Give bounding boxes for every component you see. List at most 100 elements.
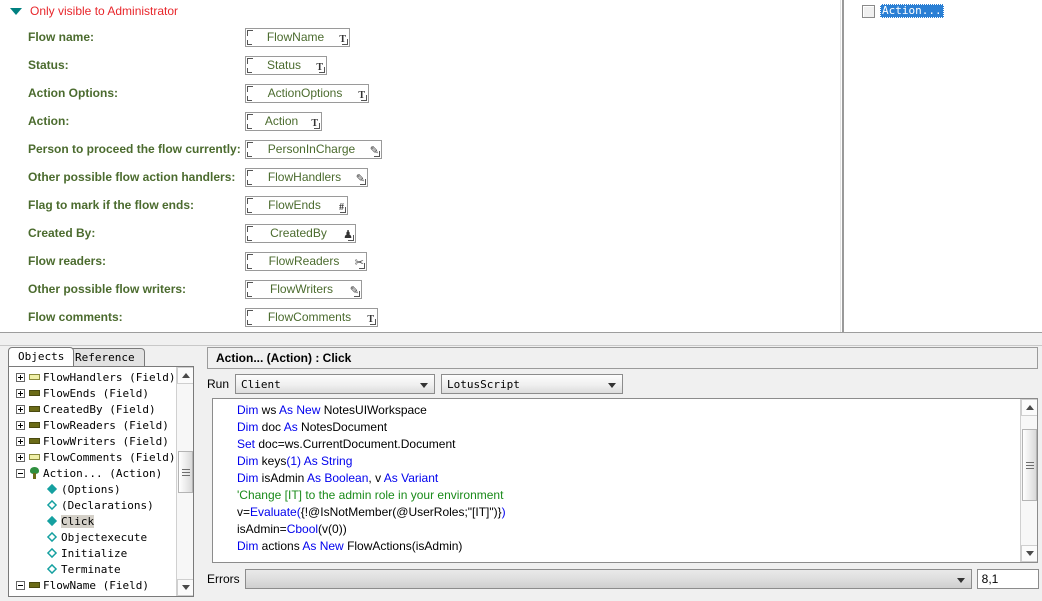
code-editor[interactable]: Dim ws As New NotesUIWorkspace Dim doc As… <box>212 398 1038 563</box>
code-token: As Variant <box>383 471 439 485</box>
tree-item[interactable]: FlowName (Field) <box>9 577 177 593</box>
form-field-action[interactable]: Action T <box>245 111 322 131</box>
run-context-dropdown[interactable]: Client <box>235 374 436 394</box>
run-context-value: Client <box>241 377 281 391</box>
names-field-icon: ♟ <box>343 227 353 241</box>
form-field-flowwriters[interactable]: FlowWriters ✎ <box>245 279 362 299</box>
field-corner-marker <box>247 123 252 129</box>
tree-item[interactable]: FlowHandlers (Field) <box>9 369 177 385</box>
tree-item-label: CreatedBy (Field) <box>43 402 156 416</box>
tree-item[interactable]: (Declarations) <box>9 497 177 513</box>
tree-scroll-up-button[interactable] <box>177 367 193 384</box>
outline-item-action[interactable]: Action... <box>844 0 1042 18</box>
code-line[interactable]: Dim isAdmin As Boolean, v As Variant <box>237 470 1003 487</box>
code-token: keys <box>261 454 287 468</box>
editor-scrollbar-thumb[interactable] <box>1022 429 1037 501</box>
tree-item[interactable]: FlowReaders (Field) <box>9 417 177 433</box>
chevron-down-icon[interactable] <box>420 383 429 388</box>
tree-item[interactable]: Terminate <box>9 561 177 577</box>
field-corner-marker <box>247 151 252 157</box>
form-field-flowhandlers[interactable]: FlowHandlers ✎ <box>245 167 368 187</box>
expand-icon[interactable] <box>16 452 25 462</box>
form-design-pane[interactable]: Only visible to Administrator Flow name:… <box>0 0 841 332</box>
form-field-status[interactable]: Status T <box>245 55 327 75</box>
form-field-createdby[interactable]: CreatedBy ♟ <box>245 223 356 243</box>
code-line[interactable]: Dim actions As New FlowActions(isAdmin) <box>237 538 1003 555</box>
objects-pane: Objects Reference FlowHandlers (Field) Fl… <box>2 346 200 601</box>
chevron-down-icon[interactable] <box>608 383 617 388</box>
tree-item[interactable]: CreatedBy (Field) <box>9 401 177 417</box>
editor-scroll-up-button[interactable] <box>1021 399 1037 416</box>
language-dropdown[interactable]: LotusScript <box>441 374 624 394</box>
chevron-down-icon[interactable] <box>956 578 965 583</box>
pane-separator[interactable] <box>0 332 1042 346</box>
tab-reference[interactable]: Reference <box>65 348 145 366</box>
tree-item-label: Click <box>61 514 95 528</box>
expand-icon[interactable] <box>16 372 25 382</box>
objects-tabstrip: Objects Reference <box>2 346 200 366</box>
tree-scroll-down-button[interactable] <box>177 579 193 596</box>
form-designer-area: Only visible to Administrator Flow name:… <box>0 0 1042 332</box>
errors-dropdown[interactable] <box>244 569 972 589</box>
tree-item[interactable]: Initialize <box>9 545 177 561</box>
field-row: Other possible flow writers: FlowWriters ✎ <box>0 275 840 303</box>
code-line[interactable]: isAdmin=Cbool(v(0)) <box>237 521 1003 538</box>
tree-scrollbar-thumb[interactable] <box>178 451 193 493</box>
checkbox-icon[interactable] <box>862 4 875 18</box>
expand-icon[interactable] <box>16 404 25 414</box>
tree-item-label: Objectexecute <box>61 530 148 544</box>
tree-item-label: FlowComments (Field) <box>43 450 176 464</box>
code-line[interactable]: Dim doc As NotesDocument <box>237 419 1003 436</box>
form-field-flowname[interactable]: FlowName T <box>245 27 350 47</box>
field-row: Person to proceed the flow currently: Per… <box>0 135 840 163</box>
editor-scroll-down-button[interactable] <box>1021 545 1037 562</box>
script-editor-pane: Action... (Action) : Click Run Client Lo… <box>207 346 1040 601</box>
collapse-icon[interactable] <box>16 468 25 478</box>
tree-item[interactable]: Click <box>9 513 177 529</box>
tab-objects[interactable]: Objects <box>8 347 75 366</box>
section-header[interactable]: Only visible to Administrator <box>0 0 840 20</box>
code-lines[interactable]: Dim ws As New NotesUIWorkspace Dim doc As… <box>213 402 1003 555</box>
diamond-filled-icon <box>46 483 58 495</box>
collapse-icon[interactable] <box>16 580 25 590</box>
code-line[interactable]: v=Evaluate({!@IsNotMember(@UserRoles;"[I… <box>237 504 1003 521</box>
code-token: doc=ws.CurrentDocument.Document <box>258 437 456 451</box>
expand-icon[interactable] <box>16 388 25 398</box>
form-field-flowreaders[interactable]: FlowReaders ✂ <box>245 251 367 271</box>
editor-vertical-scrollbar[interactable] <box>1020 399 1037 562</box>
tree-item[interactable]: (Options) <box>9 481 177 497</box>
tree-vertical-scrollbar[interactable] <box>176 367 193 596</box>
code-line[interactable]: Dim keys(1) As String <box>237 453 1003 470</box>
tree-item[interactable]: Objectexecute <box>9 529 177 545</box>
code-line[interactable]: Set doc=ws.CurrentDocument.Document <box>237 436 1003 453</box>
form-field-personincharge[interactable]: PersonInCharge ✎ <box>245 139 382 159</box>
programmers-pane: Objects Reference FlowHandlers (Field) Fl… <box>0 346 1042 601</box>
tree-item-label: Action... (Action) <box>43 466 163 480</box>
tree-item[interactable]: FlowWriters (Field) <box>9 433 177 449</box>
code-token: isAdmin= <box>237 522 287 536</box>
code-line[interactable]: 'Change [IT] to the admin role in your e… <box>237 487 1003 504</box>
objects-tree[interactable]: FlowHandlers (Field) FlowEnds (Field) Crea… <box>8 366 194 597</box>
field-corner-marker <box>247 179 252 185</box>
dialog-field-icon: ✎ <box>355 171 365 185</box>
field-corner-marker <box>247 95 252 101</box>
outline-pane[interactable]: Action... <box>842 0 1042 332</box>
chevron-down-icon <box>1025 551 1034 556</box>
form-field-actionoptions[interactable]: ActionOptions T <box>245 83 369 103</box>
code-line[interactable]: Dim ws As New NotesUIWorkspace <box>237 402 1003 419</box>
designer-window: Only visible to Administrator Flow name:… <box>0 0 1042 601</box>
chevron-up-icon <box>1025 405 1034 410</box>
form-field-flowends[interactable]: FlowEnds # <box>245 195 348 215</box>
outline-selected-label[interactable]: Action... <box>880 4 944 18</box>
triangle-down-icon[interactable] <box>10 7 22 15</box>
tree-item[interactable]: Action... (Action) <box>9 465 177 481</box>
field-row: Other possible flow action handlers: Flow… <box>0 163 840 191</box>
tree-item[interactable]: Default Value <box>9 593 177 596</box>
field-corner-marker <box>247 319 252 325</box>
diamond-dark-icon <box>46 595 58 596</box>
form-field-flowcomments[interactable]: FlowComments T <box>245 307 378 327</box>
expand-icon[interactable] <box>16 436 25 446</box>
tree-item[interactable]: FlowComments (Field) <box>9 449 177 465</box>
expand-icon[interactable] <box>16 420 25 430</box>
tree-item[interactable]: FlowEnds (Field) <box>9 385 177 401</box>
